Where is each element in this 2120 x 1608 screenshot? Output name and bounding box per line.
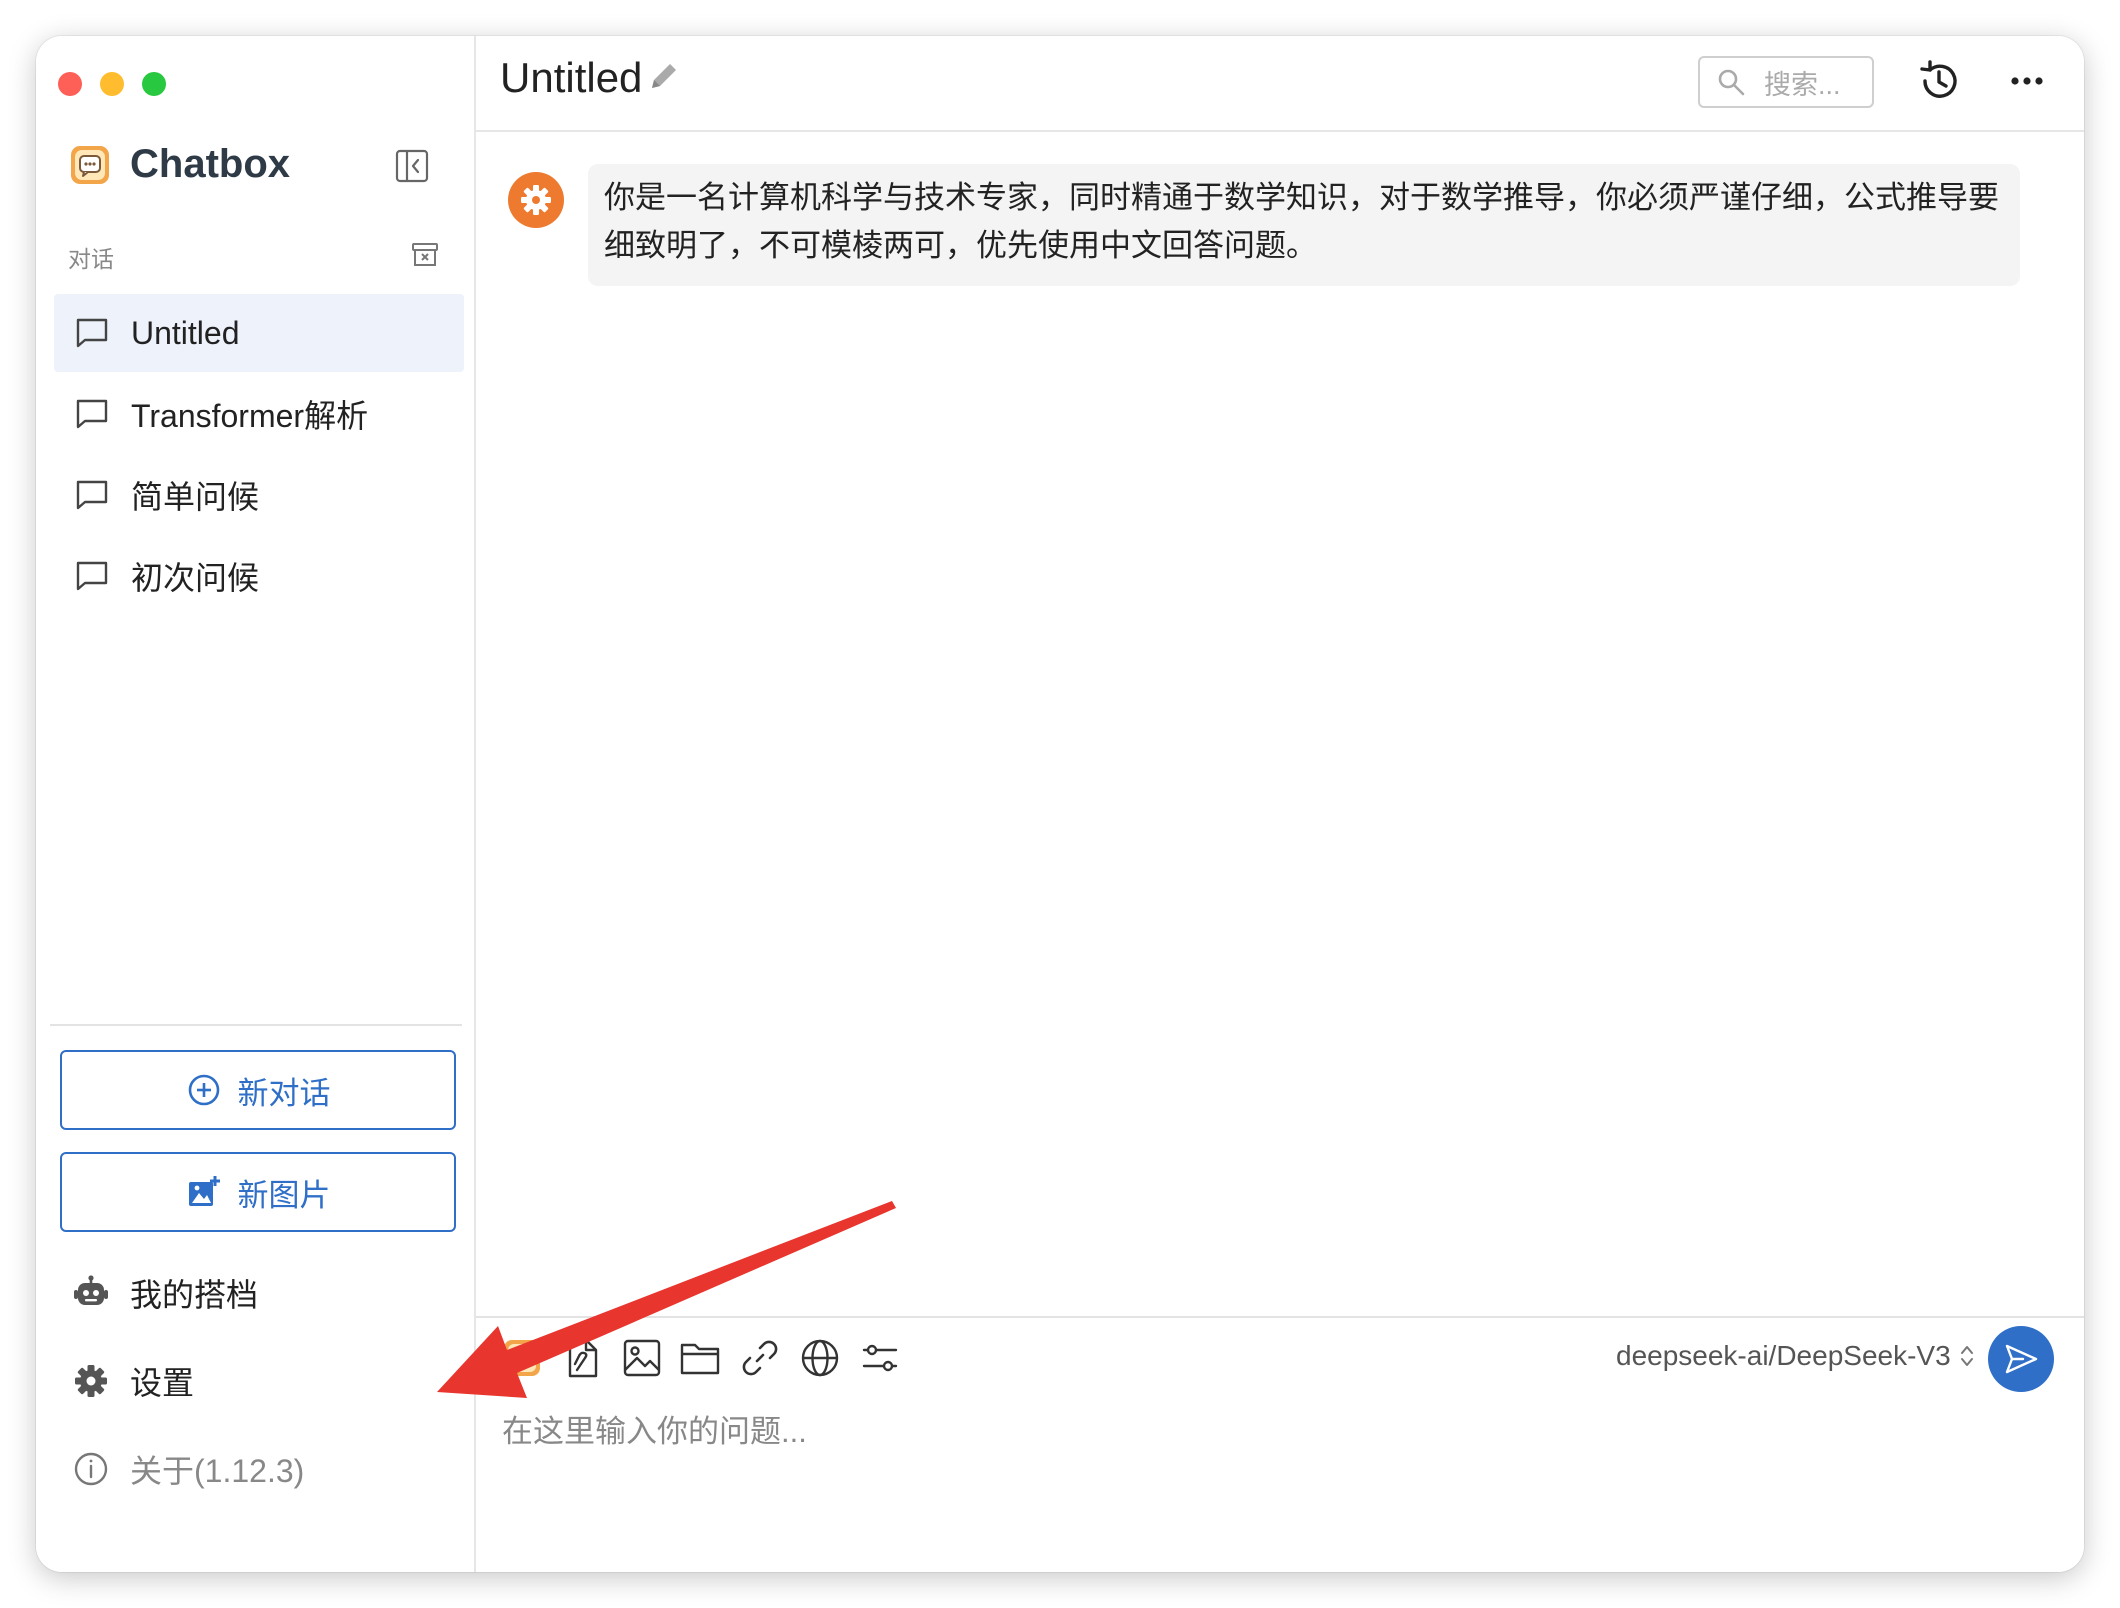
chat-panel: Untitled 搜索... 你是一名计算机科学与技术专家，同时精通于数学知识，… bbox=[476, 36, 2084, 1572]
conversation-item-first-greeting[interactable]: 初次问候 bbox=[54, 537, 464, 615]
system-message[interactable]: 你是一名计算机科学与技术专家，同时精通于数学知识，对于数学推导，你必须严谨仔细，… bbox=[588, 164, 2020, 286]
info-icon bbox=[74, 1452, 108, 1486]
send-icon bbox=[2005, 1344, 2038, 1374]
search-input[interactable]: 搜索... bbox=[1698, 56, 1874, 108]
conversation-label: 初次问候 bbox=[131, 560, 260, 596]
globe-icon bbox=[801, 1339, 839, 1377]
chat-header: Untitled 搜索... bbox=[476, 36, 2084, 132]
new-image-button[interactable]: 新图片 bbox=[60, 1152, 456, 1232]
app-name: Chatbox bbox=[130, 142, 290, 186]
conversation-item-transformer[interactable]: Transformer解析 bbox=[54, 375, 464, 453]
link-icon bbox=[742, 1340, 778, 1376]
my-partners-label: 我的搭档 bbox=[130, 1277, 259, 1313]
chat-title: Untitled bbox=[500, 54, 643, 101]
gear-icon bbox=[75, 1365, 107, 1397]
about-label: 关于(1.12.3) bbox=[130, 1453, 305, 1489]
add-circle-icon bbox=[188, 1074, 219, 1106]
composer-divider bbox=[476, 1316, 2084, 1318]
sidebar-divider bbox=[50, 1024, 462, 1026]
system-avatar-gear-icon bbox=[508, 172, 564, 228]
file-icon bbox=[568, 1338, 598, 1378]
message-input[interactable] bbox=[500, 1404, 2064, 1548]
sliders-icon bbox=[862, 1344, 898, 1372]
close-window-button[interactable] bbox=[58, 72, 82, 96]
conversation-list: Untitled Transformer解析 简单问候 初次问候 bbox=[54, 294, 464, 618]
new-chat-button[interactable]: 新对话 bbox=[60, 1050, 456, 1130]
conversation-label: Untitled bbox=[131, 314, 240, 351]
clear-conversations-icon[interactable] bbox=[410, 240, 440, 270]
edit-title-icon[interactable] bbox=[646, 58, 682, 94]
search-placeholder: 搜索... bbox=[1764, 69, 1841, 100]
web-search-button[interactable] bbox=[798, 1336, 842, 1380]
attach-folder-button[interactable] bbox=[678, 1336, 722, 1380]
conversation-label: 简单问候 bbox=[131, 479, 260, 515]
chatbox-logo-icon bbox=[71, 145, 109, 184]
collapse-sidebar-icon[interactable] bbox=[394, 148, 430, 184]
conversation-item-untitled[interactable]: Untitled bbox=[54, 294, 464, 372]
send-button[interactable] bbox=[1988, 1326, 2054, 1392]
settings-sliders-button[interactable] bbox=[858, 1336, 902, 1380]
image-icon bbox=[623, 1339, 661, 1377]
conversation-item-simple-greeting[interactable]: 简单问候 bbox=[54, 456, 464, 534]
model-selector[interactable]: deepseek-ai/DeepSeek-V3 bbox=[1616, 1340, 1977, 1372]
settings-label: 设置 bbox=[130, 1365, 195, 1401]
partner-avatar-icon bbox=[504, 1340, 540, 1376]
brand: Chatbox bbox=[70, 142, 290, 187]
minimize-window-button[interactable] bbox=[100, 72, 124, 96]
maximize-window-button[interactable] bbox=[142, 72, 166, 96]
app-window: Chatbox 对话 Untitled Transformer解析 简单问候 初… bbox=[36, 36, 2084, 1572]
section-label-conversations: 对话 bbox=[68, 246, 114, 272]
sidebar: Chatbox 对话 Untitled Transformer解析 简单问候 初… bbox=[36, 36, 476, 1572]
folder-icon bbox=[680, 1343, 720, 1375]
partner-avatar-button[interactable] bbox=[500, 1336, 544, 1380]
attach-image-button[interactable] bbox=[620, 1336, 664, 1380]
chat-bubble-icon bbox=[76, 561, 108, 591]
chat-bubble-icon bbox=[76, 399, 108, 429]
model-name: deepseek-ai/DeepSeek-V3 bbox=[1616, 1340, 1951, 1371]
conversation-label: Transformer解析 bbox=[131, 398, 369, 434]
chat-bubble-icon bbox=[76, 480, 108, 510]
attach-link-button[interactable] bbox=[738, 1336, 782, 1380]
new-chat-label: 新对话 bbox=[237, 1075, 331, 1111]
chevron-up-down-icon bbox=[1960, 1346, 1973, 1366]
add-image-icon bbox=[188, 1176, 220, 1206]
about-menu-item[interactable]: 关于(1.12.3) bbox=[72, 1446, 304, 1492]
settings-menu-item[interactable]: 设置 bbox=[72, 1358, 194, 1404]
my-partners-menu-item[interactable]: 我的搭档 bbox=[72, 1270, 258, 1316]
new-image-label: 新图片 bbox=[237, 1177, 331, 1213]
attach-file-button[interactable] bbox=[560, 1336, 604, 1380]
more-options-icon[interactable] bbox=[2004, 58, 2050, 104]
robot-icon bbox=[74, 1275, 108, 1305]
search-icon bbox=[1718, 69, 1745, 96]
window-controls bbox=[58, 72, 166, 96]
chat-bubble-icon bbox=[76, 318, 108, 348]
history-icon[interactable] bbox=[1916, 58, 1962, 104]
